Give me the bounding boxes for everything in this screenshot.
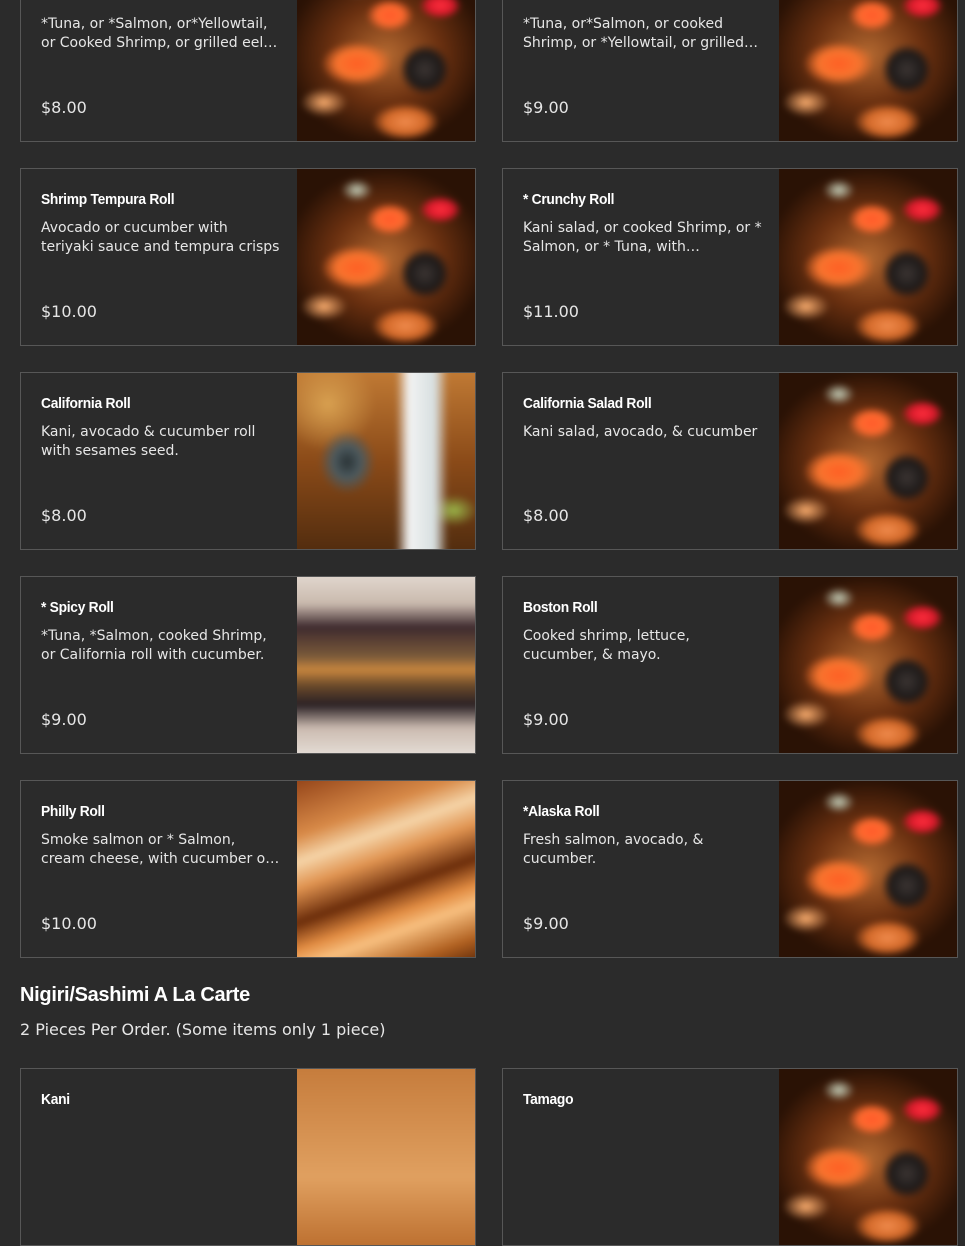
menu-item-name: Philly Roll: [41, 803, 105, 820]
menu-item-price: $9.00: [523, 914, 569, 933]
menu-item-photo: [297, 0, 475, 141]
menu-item-photo: [779, 169, 957, 345]
section-subtitle: 2 Pieces Per Order. (Some items only 1 p…: [20, 1020, 386, 1039]
menu-item-price: $8.00: [523, 506, 569, 525]
menu-item-photo: [297, 1069, 475, 1245]
menu-item-description: Kani salad, avocado, & cucumber: [523, 424, 758, 440]
menu-item-price: $11.00: [523, 302, 579, 321]
menu-item-card[interactable]: Kani: [20, 1068, 476, 1246]
menu-item-description: Cooked shrimp, lettuce, cucumber, & mayo…: [523, 628, 690, 663]
menu-item-name: * Crunchy Roll: [523, 191, 615, 208]
section-title: Nigiri/Sashimi A La Carte: [20, 984, 250, 1006]
menu-item-card[interactable]: *Tuna, or *Salmon, or*Yellowtail, or Coo…: [20, 0, 476, 142]
menu-item-photo: [779, 1069, 957, 1245]
menu-item-name: California Roll: [41, 395, 131, 412]
menu-item-description: *Tuna, or *Salmon, or*Yellowtail, or Coo…: [41, 16, 268, 51]
menu-item-card[interactable]: California Roll Kani, avocado & cucumber…: [20, 372, 476, 550]
menu-item-card[interactable]: *Alaska Roll Fresh salmon, avocado, & cu…: [502, 780, 958, 958]
menu-item-name: Kani: [41, 1091, 70, 1108]
menu-item-name: *Alaska Roll: [523, 803, 600, 820]
menu-item-description: *Tuna, *Salmon, cooked Shrimp, or Califo…: [41, 628, 267, 663]
menu-item-name: California Salad Roll: [523, 395, 652, 412]
menu-item-card[interactable]: Shrimp Tempura Roll Avocado or cucumber …: [20, 168, 476, 346]
menu-item-name: * Spicy Roll: [41, 599, 114, 616]
menu-item-card[interactable]: Tamago: [502, 1068, 958, 1246]
menu-item-name: Boston Roll: [523, 599, 598, 616]
menu-item-card[interactable]: California Salad Roll Kani salad, avocad…: [502, 372, 958, 550]
menu-item-card[interactable]: * Crunchy Roll Kani salad, or cooked Shr…: [502, 168, 958, 346]
menu-item-price: $8.00: [41, 98, 87, 117]
menu-item-description: Smoke salmon or * Salmon, cream cheese, …: [41, 832, 271, 867]
menu-item-photo: [779, 0, 957, 141]
menu-item-price: $9.00: [523, 710, 569, 729]
menu-item-price: $10.00: [41, 302, 97, 321]
menu-item-description: Avocado or cucumber with teriyaki sauce …: [41, 220, 280, 255]
menu-item-photo: [779, 781, 957, 957]
menu-item-card[interactable]: Philly Roll Smoke salmon or * Salmon, cr…: [20, 780, 476, 958]
menu-item-photo: [779, 577, 957, 753]
menu-item-card[interactable]: Boston Roll Cooked shrimp, lettuce, cucu…: [502, 576, 958, 754]
menu-item-photo: [297, 373, 475, 549]
menu-item-description: Kani, avocado & cucumber roll with sesam…: [41, 424, 256, 459]
menu-item-photo: [779, 373, 957, 549]
menu-item-name: Tamago: [523, 1091, 574, 1108]
menu-item-description: Kani salad, or cooked Shrimp, or * Salmo…: [523, 220, 762, 255]
menu-item-price: $8.00: [41, 506, 87, 525]
menu-item-name: Shrimp Tempura Roll: [41, 191, 175, 208]
menu-item-photo: [297, 577, 475, 753]
menu-item-description: Fresh salmon, avocado, & cucumber.: [523, 832, 704, 867]
menu-item-description: *Tuna, or*Salmon, or cooked Shrimp, or *…: [523, 16, 745, 51]
menu-item-price: $10.00: [41, 914, 97, 933]
menu-item-card[interactable]: * Spicy Roll *Tuna, *Salmon, cooked Shri…: [20, 576, 476, 754]
menu-item-card[interactable]: *Tuna, or*Salmon, or cooked Shrimp, or *…: [502, 0, 958, 142]
menu-item-photo: [297, 169, 475, 345]
menu-item-price: $9.00: [523, 98, 569, 117]
menu-item-photo: [297, 781, 475, 957]
menu-item-price: $9.00: [41, 710, 87, 729]
